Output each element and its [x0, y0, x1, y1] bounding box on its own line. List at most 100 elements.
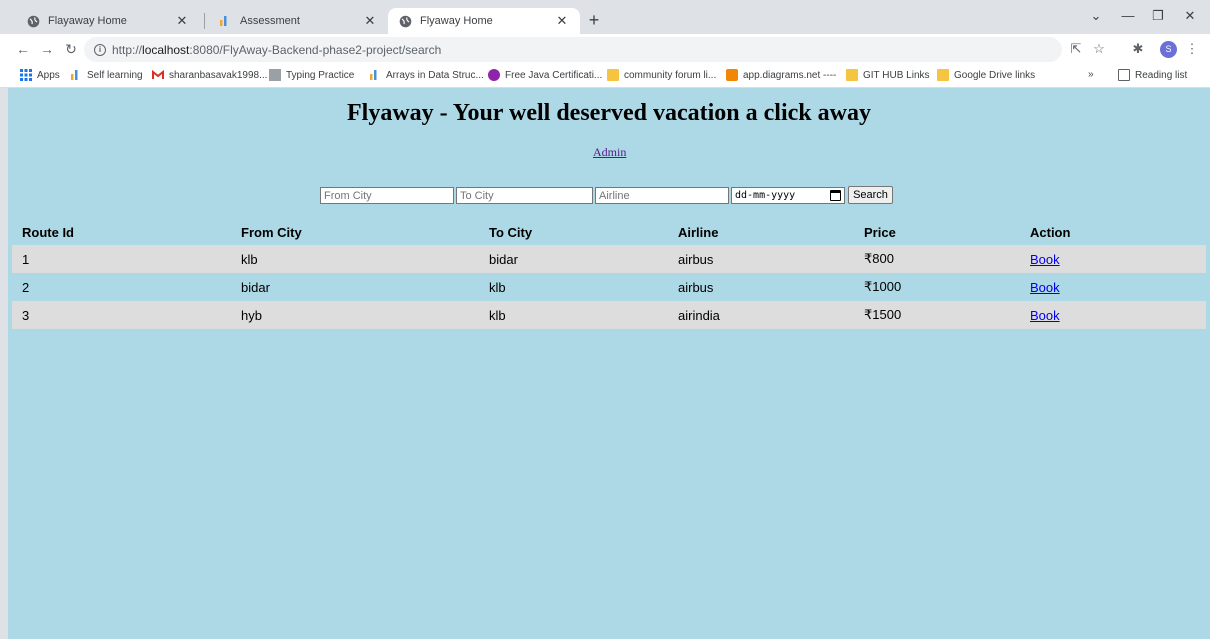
route-id-cell: 1 — [12, 245, 231, 273]
bookmark-gmail[interactable]: sharanbasavak1998... — [152, 69, 267, 81]
from-city-input[interactable] — [320, 187, 454, 204]
calendar-icon[interactable] — [830, 190, 841, 201]
price-cell: ₹800 — [854, 245, 1020, 273]
bookmark-label: Arrays in Data Struc... — [386, 69, 484, 81]
gmail-icon — [152, 69, 164, 81]
date-input[interactable]: dd-mm-yyyy — [731, 187, 845, 204]
diagrams-icon — [726, 69, 738, 81]
tab-flyaway-home[interactable]: Flyaway Home ✕ — [388, 8, 580, 34]
column-header-price: Price — [864, 224, 896, 240]
folder-icon — [937, 69, 949, 81]
folder-icon — [607, 69, 619, 81]
bookmark-free-java[interactable]: Free Java Certificati... — [488, 69, 602, 81]
info-icon[interactable]: i — [94, 43, 106, 56]
bookmarks-bar: Apps Self learning sharanbasavak1998... … — [0, 65, 1210, 88]
bookmark-label: Self learning — [87, 69, 143, 81]
tab-flayaway-home[interactable]: Flayaway Home ✕ — [16, 8, 200, 34]
new-tab-button[interactable]: + — [584, 10, 604, 30]
tab-label: Assessment — [240, 15, 300, 27]
to-city-cell: bidar — [479, 245, 668, 273]
forward-arrow-icon[interactable]: → — [38, 40, 56, 58]
reading-list-label: Reading list — [1135, 69, 1188, 81]
share-icon[interactable]: ⇱ — [1068, 41, 1084, 57]
url-path: :8080/FlyAway-Backend-phase2-project/sea… — [189, 42, 442, 57]
table-row: 3 hyb klb airindia ₹1500 Book — [12, 301, 1206, 329]
book-link[interactable]: Book — [1030, 280, 1060, 295]
bookmark-label: Apps — [37, 69, 60, 81]
search-button[interactable]: Search — [848, 186, 893, 204]
bookmark-arrays[interactable]: Arrays in Data Struc... — [369, 69, 484, 81]
tab-strip: Flayaway Home ✕ Assessment ✕ Flyaway Hom… — [0, 0, 1210, 34]
airline-cell: airbus — [668, 273, 854, 301]
bookmarks-overflow-icon[interactable]: » — [1088, 69, 1094, 80]
globe-icon — [26, 14, 40, 28]
page-title: Flyaway - Your well deserved vacation a … — [347, 100, 871, 126]
close-icon[interactable]: ✕ — [174, 13, 190, 29]
back-arrow-icon[interactable]: ← — [14, 40, 32, 58]
column-header-to-city: To City — [489, 224, 533, 240]
browser-toolbar: ← → ↻ i http://localhost:8080/FlyAway-Ba… — [0, 34, 1210, 65]
bookmark-label: GIT HUB Links — [863, 69, 930, 81]
minimize-icon[interactable]: — — [1118, 8, 1138, 23]
route-id-cell: 3 — [12, 301, 231, 329]
table-row: 1 klb bidar airbus ₹800 Book — [12, 245, 1206, 273]
bookmark-typing-practice[interactable]: Typing Practice — [269, 69, 354, 81]
reading-list[interactable]: Reading list — [1118, 69, 1187, 81]
airline-cell: airbus — [668, 245, 854, 273]
tab-label: Flyaway Home — [420, 15, 493, 27]
tab-separator — [204, 13, 205, 29]
bookmark-community-forum[interactable]: community forum li... — [607, 69, 716, 81]
close-icon[interactable]: ✕ — [554, 13, 570, 29]
route-id-cell: 2 — [12, 273, 231, 301]
apps-grid-icon — [20, 69, 32, 81]
reading-list-icon — [1118, 69, 1130, 81]
page-icon — [269, 69, 281, 81]
bookmark-label: sharanbasavak1998... — [169, 69, 268, 81]
tab-label: Flayaway Home — [48, 15, 127, 27]
globe-icon — [398, 14, 412, 28]
to-city-cell: klb — [479, 301, 668, 329]
close-icon[interactable]: ✕ — [362, 13, 378, 29]
from-city-cell: hyb — [231, 301, 479, 329]
book-link[interactable]: Book — [1030, 308, 1060, 323]
from-city-cell: bidar — [231, 273, 479, 301]
address-bar[interactable]: i http://localhost:8080/FlyAway-Backend-… — [84, 37, 1062, 62]
column-header-action: Action — [1030, 224, 1071, 240]
bookmark-github-links[interactable]: GIT HUB Links — [846, 69, 930, 81]
bookmark-label: app.diagrams.net ---- — [743, 69, 837, 81]
column-header-from-city: From City — [241, 224, 302, 240]
bookmark-self-learning[interactable]: Self learning — [70, 69, 143, 81]
tab-assessment[interactable]: Assessment ✕ — [208, 8, 388, 34]
star-icon[interactable]: ☆ — [1091, 41, 1107, 57]
bookmark-label: Typing Practice — [286, 69, 355, 81]
window-close-icon[interactable]: ✕ — [1180, 8, 1200, 24]
column-header-route-id: Route Id — [22, 224, 74, 240]
column-header-airline: Airline — [678, 224, 719, 240]
menu-dots-icon[interactable]: ⋮ — [1184, 41, 1200, 57]
to-city-input[interactable] — [456, 187, 593, 204]
tab-search-icon[interactable]: ⌄ — [1086, 8, 1106, 24]
to-city-cell: klb — [479, 273, 668, 301]
url-scheme: http:// — [112, 42, 143, 57]
date-placeholder: dd-mm-yyyy — [735, 190, 796, 201]
admin-link[interactable]: Admin — [593, 145, 626, 160]
action-cell: Book — [1020, 245, 1206, 273]
avatar[interactable]: S — [1160, 41, 1177, 58]
bookmark-google-drive[interactable]: Google Drive links — [937, 69, 1035, 81]
table-header-row: Route Id From City To City Airline Price… — [12, 219, 1206, 245]
book-link[interactable]: Book — [1030, 252, 1060, 267]
table-row: 2 bidar klb airbus ₹1000 Book — [12, 273, 1206, 301]
bookmark-label: Free Java Certificati... — [505, 69, 603, 81]
action-cell: Book — [1020, 273, 1206, 301]
bar-logo-icon — [70, 69, 82, 81]
airline-input[interactable] — [595, 187, 729, 204]
bookmark-diagrams[interactable]: app.diagrams.net ---- — [726, 69, 836, 81]
restore-icon[interactable]: ❐ — [1148, 8, 1168, 24]
folder-icon — [846, 69, 858, 81]
extensions-icon[interactable]: ✱ — [1130, 41, 1146, 57]
bookmark-apps[interactable]: Apps — [20, 69, 60, 81]
reload-icon[interactable]: ↻ — [62, 40, 80, 58]
price-cell: ₹1000 — [854, 273, 1020, 301]
url-host: localhost — [142, 42, 190, 57]
bookmark-label: community forum li... — [624, 69, 717, 81]
